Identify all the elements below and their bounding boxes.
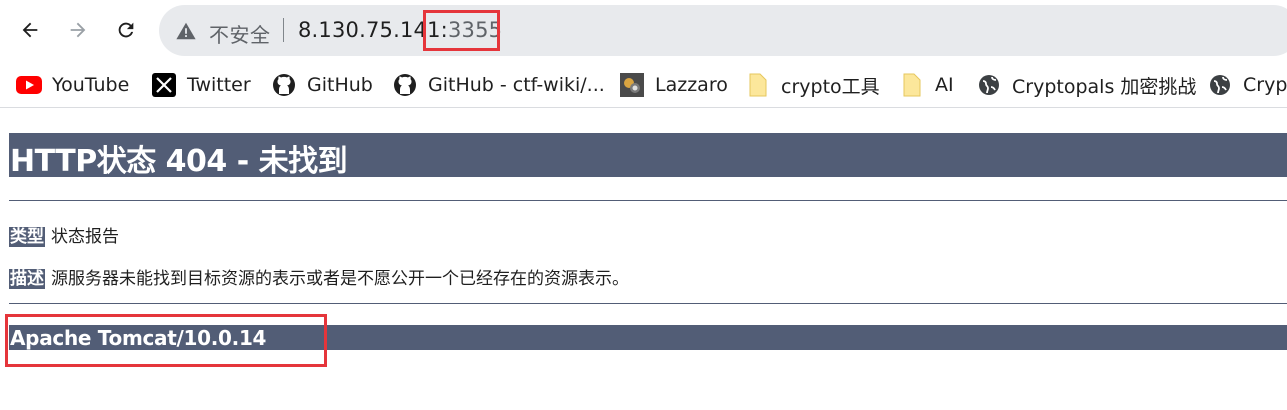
site-favicon-icon [619, 72, 645, 98]
type-value: 状态报告 [51, 227, 119, 247]
bookmark-folder-ai[interactable]: AI [899, 72, 954, 98]
bookmark-label: YouTube [52, 74, 130, 96]
description-value: 源服务器未能找到目标资源的表示或者是不愿公开一个已经存在的资源表示。 [51, 269, 629, 289]
port-highlight-box [423, 10, 500, 51]
bookmark-label: GitHub [307, 74, 373, 96]
bookmark-label: Twitter [187, 74, 251, 96]
bookmark-github[interactable]: GitHub [271, 72, 373, 98]
x-twitter-icon [151, 72, 177, 98]
globe-icon [976, 72, 1002, 98]
bookmark-label: Cryptopals 加密挑战 [1012, 75, 1197, 98]
bookmark-github-ctf-wiki[interactable]: GitHub - ctf-wiki/... [392, 72, 605, 98]
address-separator [283, 18, 284, 42]
forward-button[interactable] [60, 12, 96, 48]
description-label: 描述 [9, 269, 45, 289]
youtube-icon [16, 72, 42, 98]
bookmark-folder-crypto-tools[interactable]: crypto工具 [745, 72, 880, 98]
warning-triangle-icon[interactable] [175, 20, 197, 42]
bookmark-cryptopals[interactable]: Cryptopals 加密挑战 [976, 72, 1196, 98]
bookmark-youtube[interactable]: YouTube [16, 72, 129, 98]
bookmark-label: crypto工具 [781, 75, 880, 98]
bookmark-crypt-truncated[interactable]: Crypt [1207, 72, 1287, 98]
bookmarks-bar: YouTube Twitter GitHub GitHub - ctf-wiki… [0, 62, 1287, 108]
browser-toolbar: 不安全 8.130.75.141:3355 [0, 0, 1287, 62]
version-highlight-box [5, 314, 327, 367]
bookmark-twitter[interactable]: Twitter [151, 72, 251, 98]
security-status-label[interactable]: 不安全 [209, 19, 271, 48]
reload-icon [118, 22, 134, 38]
address-bar[interactable]: 不安全 8.130.75.141:3355 [159, 5, 1287, 56]
reload-button[interactable] [108, 12, 144, 48]
bookmark-label: Lazzaro [655, 74, 728, 96]
github-icon [392, 72, 418, 98]
github-icon [271, 72, 297, 98]
bookmark-label: AI [935, 74, 954, 96]
bookmark-lazzaro[interactable]: Lazzaro [619, 72, 728, 98]
description-row: 描述 源服务器未能找到目标资源的表示或者是不愿公开一个已经存在的资源表示。 [9, 264, 629, 289]
forward-arrow-icon [70, 22, 86, 38]
bookmark-label: Crypt [1243, 74, 1287, 96]
bookmark-label: GitHub - ctf-wiki/... [428, 74, 605, 96]
type-row: 类型 状态报告 [9, 222, 119, 247]
page-title: HTTP状态 404 - 未找到 [10, 144, 348, 179]
page-content: HTTP状态 404 - 未找到 类型 状态报告 描述 源服务器未能找到目标资源的表… [0, 108, 1287, 410]
type-label: 类型 [9, 227, 45, 247]
back-button[interactable] [12, 12, 48, 48]
folder-icon [899, 72, 925, 98]
back-arrow-icon [22, 22, 38, 38]
divider-top [9, 200, 1287, 201]
folder-icon [745, 72, 771, 98]
globe-icon [1207, 72, 1233, 98]
divider-bottom [9, 303, 1287, 304]
